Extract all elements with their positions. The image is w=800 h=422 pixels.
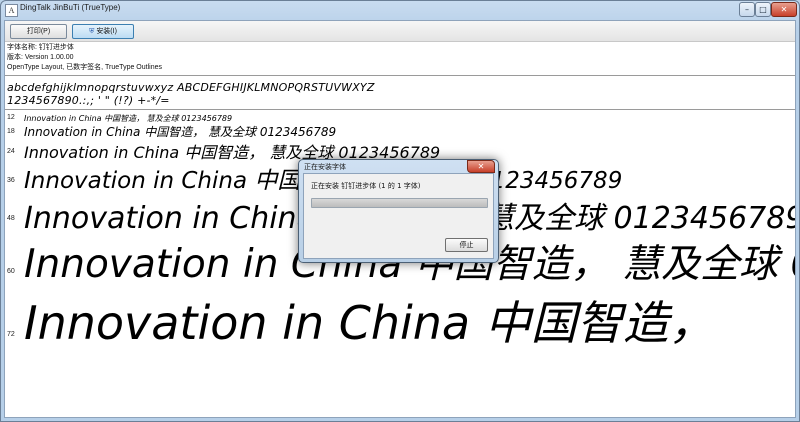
font-version-line: 版本: Version 1.00.00 <box>7 54 74 61</box>
size-label: 60 <box>7 268 15 275</box>
progress-fill <box>312 199 487 207</box>
size-label: 24 <box>7 148 15 155</box>
font-info: 字体名称: 钉钉进步体 版本: Version 1.00.00 OpenType… <box>7 43 162 73</box>
toolbar: 打印(P) ⛨ 安装(I) <box>5 21 795 42</box>
print-button[interactable]: 打印(P) <box>10 24 67 39</box>
minimize-button[interactable]: – <box>739 2 755 17</box>
sample-digits: 1234567890.:,; ' " (!?) +-*/= <box>7 94 170 107</box>
install-status-message: 正在安装 钉钉进步体 (1 的 1 字体) <box>311 182 421 190</box>
size-label: 36 <box>7 177 15 184</box>
maximize-button[interactable]: □ <box>755 2 771 17</box>
divider <box>5 75 795 76</box>
install-button[interactable]: ⛨ 安装(I) <box>72 24 134 39</box>
size-label: 18 <box>7 128 15 135</box>
install-progress-bar <box>311 198 488 208</box>
dialog-body: 正在安装 钉钉进步体 (1 的 1 字体) 停止 <box>303 173 494 259</box>
install-button-label: 安装(I) <box>96 28 117 35</box>
dialog-title: 正在安装字体 <box>304 163 346 171</box>
dialog-close-button[interactable]: ✕ <box>467 160 495 173</box>
window-title: DingTalk JinBuTi (TrueType) <box>20 3 121 12</box>
installing-font-dialog: 正在安装字体 ✕ 正在安装 钉钉进步体 (1 的 1 字体) 停止 <box>298 159 499 263</box>
sample-letters: abcdefghijklmnopqrstuvwxyz ABCDEFGHIJKLM… <box>7 81 375 94</box>
font-name-line: 字体名称: 钉钉进步体 <box>7 44 74 51</box>
shield-icon: ⛨ <box>89 28 95 35</box>
size-sample: Innovation in China 中国智造， <box>24 296 715 350</box>
stop-button[interactable]: 停止 <box>445 238 488 252</box>
font-file-icon: A <box>5 4 18 17</box>
title-bar[interactable]: A DingTalk JinBuTi (TrueType) – □ ✕ <box>1 1 799 19</box>
size-label: 72 <box>7 331 15 338</box>
divider <box>5 109 795 110</box>
size-label: 48 <box>7 215 15 222</box>
close-button[interactable]: ✕ <box>771 2 797 17</box>
size-sample: Innovation in China 中国智造， 慧及全球 012345678… <box>24 125 337 139</box>
size-label: 12 <box>7 114 15 121</box>
font-outline-line: OpenType Layout, 已数字签名, TrueType Outline… <box>7 64 162 71</box>
